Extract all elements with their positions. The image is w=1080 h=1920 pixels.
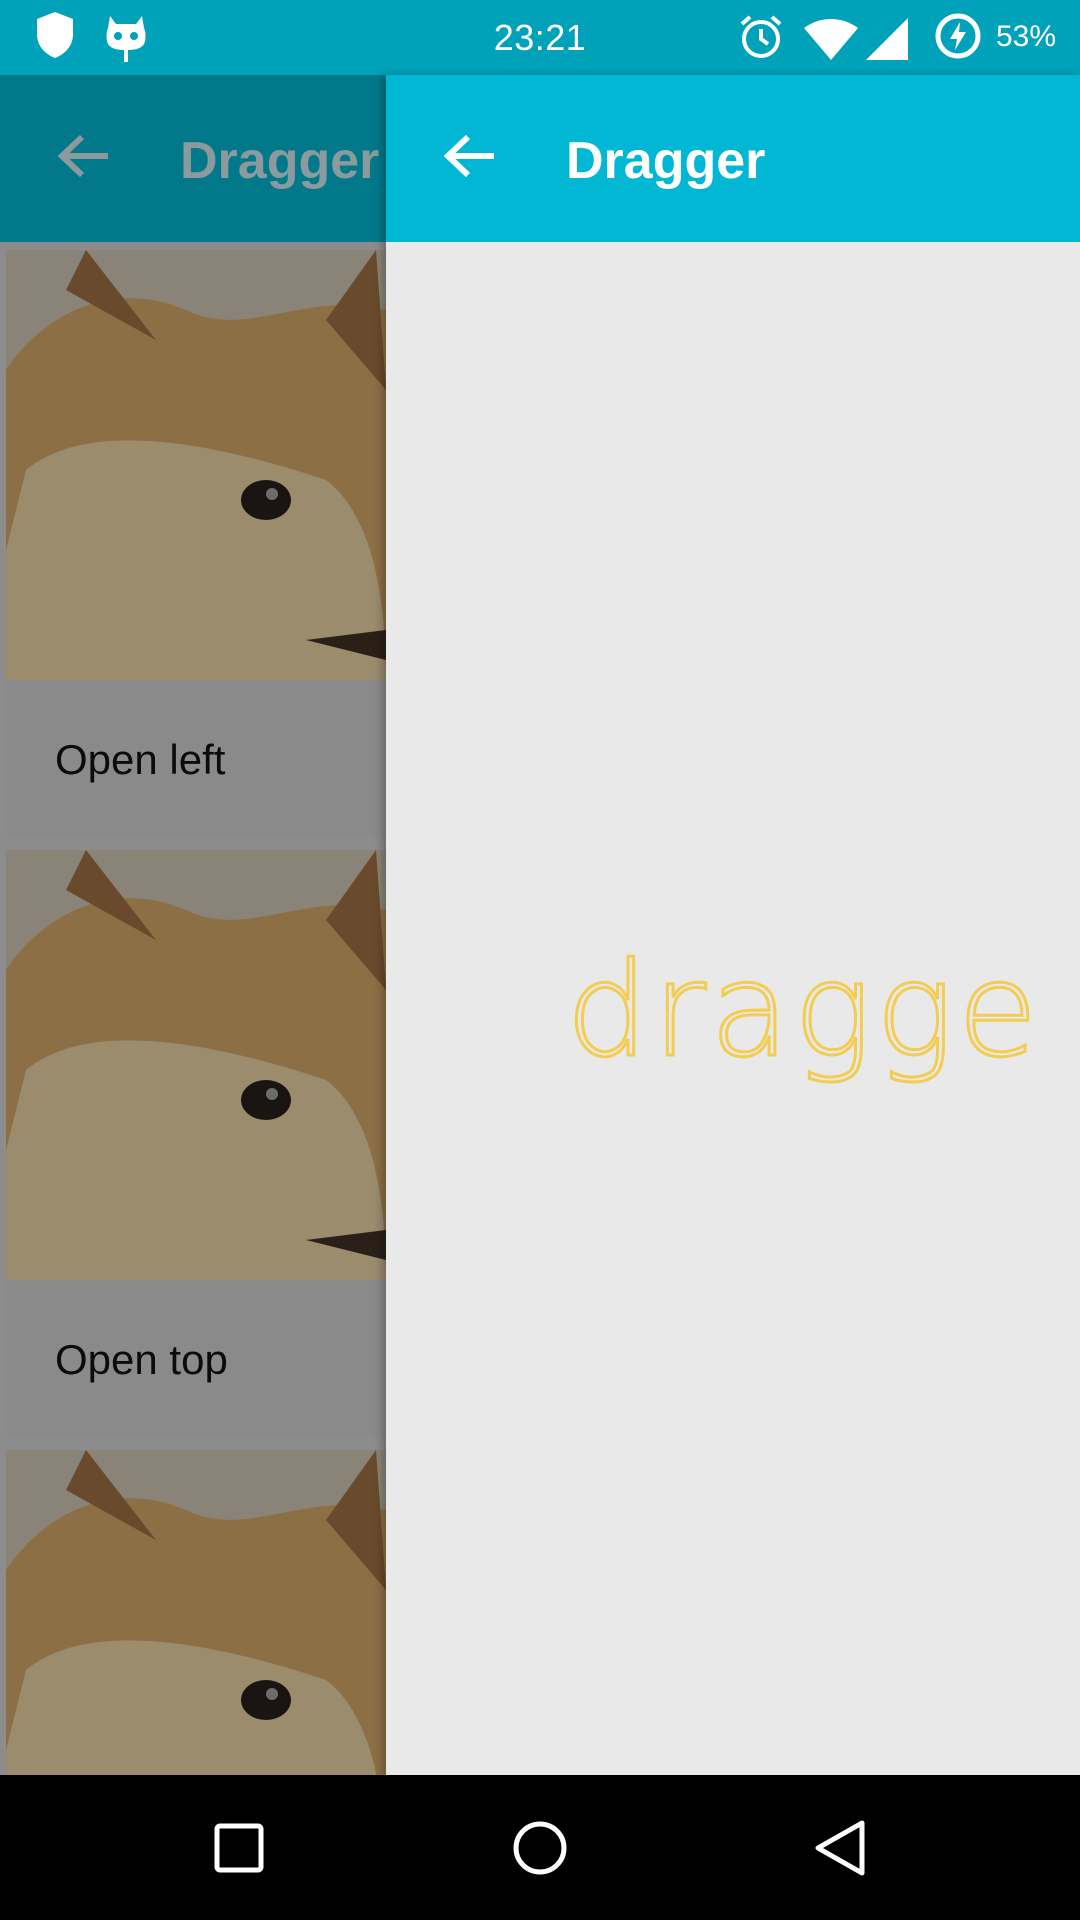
battery-charging-icon [935, 13, 981, 59]
status-time: 23:21 [493, 17, 587, 58]
battery-percent: 53% [995, 20, 1056, 53]
dragger-panel[interactable]: Dragger dragger [386, 75, 1080, 1775]
wifi-icon [804, 19, 858, 60]
status-bar: 23:21 53% [0, 0, 1080, 75]
list-card[interactable]: Open left [6, 250, 386, 836]
doge-photo [6, 1450, 386, 1775]
background-activity: Dragger Open left Open top [0, 75, 386, 1775]
card-label: Open top [55, 1336, 228, 1383]
doge-photo [6, 850, 386, 1280]
home-icon[interactable] [512, 1820, 568, 1876]
toolbar-title: Dragger [180, 132, 380, 190]
list-card[interactable] [6, 1450, 386, 1775]
dragger-toolbar: Dragger [386, 75, 1080, 242]
navigation-bar [0, 1775, 1080, 1920]
list-card[interactable]: Open top [6, 850, 386, 1436]
dragger-logo: dragger [566, 933, 1046, 1088]
toolbar-title: Dragger [566, 132, 766, 190]
back-arrow-icon[interactable] [58, 133, 110, 179]
back-arrow-icon[interactable] [444, 133, 496, 179]
background-toolbar: Dragger [0, 75, 386, 242]
recents-icon[interactable] [214, 1823, 264, 1873]
doge-photo [6, 250, 386, 680]
alarm-icon [740, 15, 782, 58]
logo-text: dragger [566, 934, 1046, 1086]
card-label: Open left [55, 736, 226, 783]
back-icon[interactable] [812, 1819, 868, 1877]
signal-icon [866, 18, 908, 60]
